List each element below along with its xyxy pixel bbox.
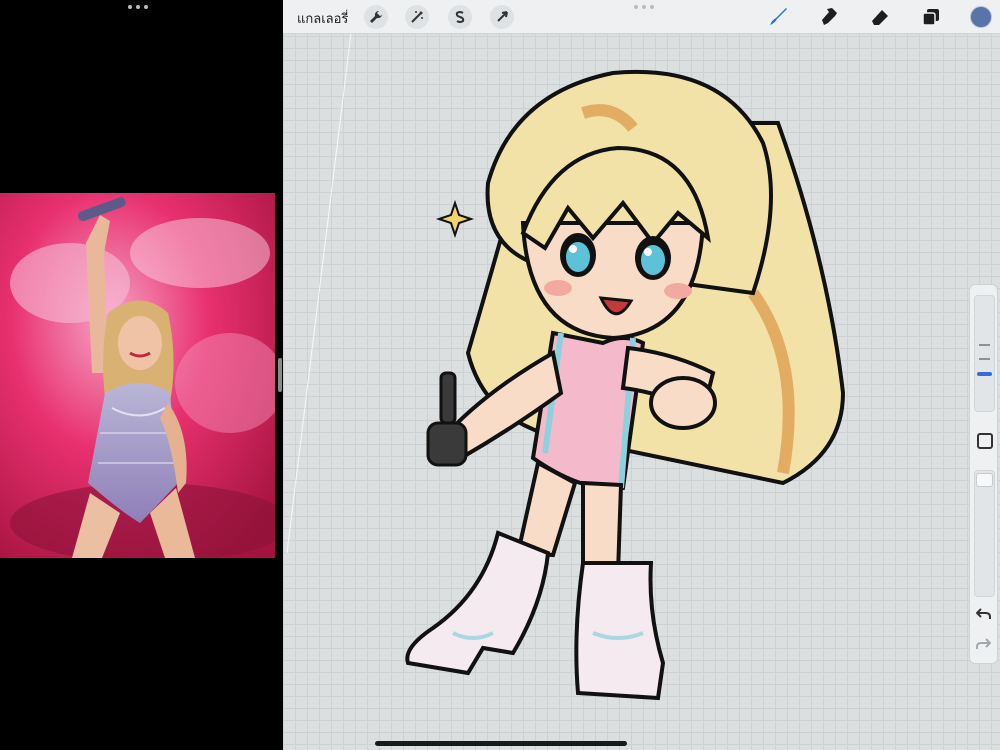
selection-button[interactable] bbox=[448, 5, 472, 29]
size-slider-thumb[interactable] bbox=[977, 372, 992, 376]
smudge-icon bbox=[822, 8, 837, 25]
smudge-tool-button[interactable] bbox=[815, 3, 843, 31]
brush-size-slider[interactable] bbox=[974, 295, 995, 412]
drawing-canvas[interactable] bbox=[283, 32, 1000, 750]
undo-icon[interactable] bbox=[976, 607, 991, 621]
wrench-icon bbox=[370, 11, 382, 23]
brush-icon bbox=[770, 8, 787, 25]
actions-button[interactable] bbox=[364, 5, 388, 29]
eraser-tool-button[interactable] bbox=[866, 3, 894, 31]
layers-button[interactable] bbox=[917, 3, 945, 31]
transform-arrow-icon bbox=[497, 11, 508, 22]
square-modify-icon[interactable] bbox=[977, 433, 993, 449]
opacity-slider-thumb[interactable] bbox=[976, 473, 993, 487]
left-split-pane bbox=[0, 0, 277, 750]
gallery-button[interactable]: แกลเลอรี่ bbox=[297, 8, 348, 29]
multitask-menu-dots[interactable] bbox=[128, 5, 148, 11]
redo-icon[interactable] bbox=[976, 637, 991, 651]
split-divider-handle[interactable] bbox=[278, 358, 282, 392]
opacity-slider[interactable] bbox=[974, 470, 995, 597]
canvas-multitask-dots[interactable] bbox=[634, 5, 654, 11]
magic-wand-icon bbox=[411, 11, 423, 23]
top-toolbar: แกลเลอรี่ bbox=[283, 0, 1000, 34]
side-toolbar bbox=[969, 284, 998, 664]
brush-tool-button[interactable] bbox=[764, 3, 792, 31]
selection-s-icon bbox=[455, 11, 465, 23]
adjustments-button[interactable] bbox=[405, 5, 429, 29]
size-tick-1 bbox=[979, 344, 990, 346]
home-indicator[interactable] bbox=[375, 741, 627, 746]
drawing-app-pane: แกลเลอรี่ bbox=[283, 0, 1000, 750]
eraser-icon bbox=[872, 10, 888, 25]
layers-icon bbox=[922, 9, 939, 26]
transform-button[interactable] bbox=[490, 5, 514, 29]
color-picker-button[interactable] bbox=[970, 6, 992, 28]
reference-photo bbox=[0, 193, 275, 558]
size-tick-2 bbox=[979, 358, 990, 360]
